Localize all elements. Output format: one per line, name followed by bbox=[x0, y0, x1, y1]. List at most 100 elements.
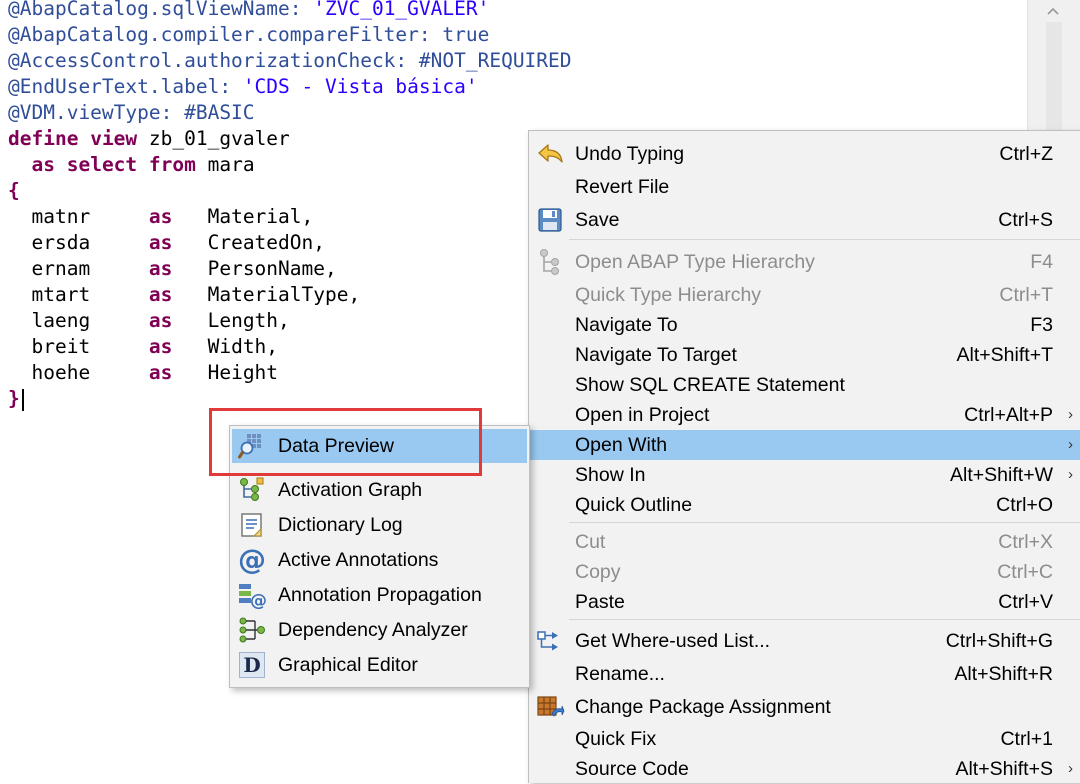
code-line: hoehe as Height bbox=[8, 360, 278, 386]
activation-graph-icon bbox=[236, 473, 268, 507]
code-token: } bbox=[8, 387, 20, 410]
code-line: } bbox=[8, 386, 24, 412]
code-token: as bbox=[148, 361, 173, 384]
code-line: @AccessControl.authorizationCheck: #NOT_… bbox=[8, 48, 572, 74]
code-token: PersonName, bbox=[172, 257, 337, 280]
menu-separator bbox=[569, 522, 1080, 523]
menu-item-quick-outline[interactable]: Quick Outline Ctrl+O bbox=[529, 490, 1080, 520]
code-token: @EndUserText.label: bbox=[8, 75, 243, 98]
code-token: Length, bbox=[172, 309, 290, 332]
code-token: as bbox=[148, 335, 173, 358]
menu-separator bbox=[569, 619, 1080, 620]
code-token: define bbox=[8, 127, 79, 150]
code-token: view bbox=[90, 127, 138, 150]
menu-item-navigate-to-target[interactable]: Navigate To Target Alt+Shift+T bbox=[529, 340, 1080, 370]
code-token: ernam bbox=[8, 257, 149, 280]
code-token: zb_01_gvaler bbox=[137, 127, 290, 150]
submenu-arrow-icon: › bbox=[1068, 466, 1073, 483]
menu-item-undo-typing[interactable]: Undo Typing Ctrl+Z bbox=[529, 139, 1080, 169]
submenu-item-active-annotations[interactable]: @ Active Annotations bbox=[232, 543, 527, 577]
floppy-disk-icon bbox=[533, 205, 567, 235]
code-line: breit as Width, bbox=[8, 334, 278, 360]
submenu-arrow-icon: › bbox=[1068, 760, 1073, 777]
menu-item-save[interactable]: Save Ctrl+S bbox=[529, 205, 1080, 235]
menu-item-show-in[interactable]: Show In Alt+Shift+W › bbox=[529, 460, 1080, 490]
code-token: @VDM.viewType: #BASIC bbox=[8, 101, 255, 124]
at-sign-icon: @ bbox=[238, 543, 266, 576]
menu-item-rename[interactable]: Rename... Alt+Shift+R bbox=[529, 659, 1080, 689]
menu-item-copy[interactable]: Copy Ctrl+C bbox=[529, 557, 1080, 587]
menu-item-revert-file[interactable]: Revert File bbox=[529, 172, 1080, 202]
code-line: @EndUserText.label: 'CDS - Vista básica' bbox=[8, 74, 478, 100]
menu-item-quick-fix[interactable]: Quick Fix Ctrl+1 bbox=[529, 724, 1080, 754]
dependency-analyzer-icon bbox=[236, 613, 268, 647]
code-line: ernam as PersonName, bbox=[8, 256, 337, 282]
code-token: 'ZVC_01_GVALER' bbox=[313, 0, 490, 20]
menu-separator bbox=[569, 239, 1080, 240]
code-token: { bbox=[8, 179, 20, 202]
code-token: hoehe bbox=[8, 361, 149, 384]
menu-item-open-with[interactable]: Open With › bbox=[529, 430, 1080, 460]
submenu-item-activation-graph[interactable]: Activation Graph bbox=[232, 473, 527, 507]
scroll-up-arrow-icon[interactable] bbox=[1042, 2, 1064, 20]
code-token: as bbox=[148, 205, 173, 228]
code-token: laeng bbox=[8, 309, 149, 332]
graphical-editor-icon: D bbox=[236, 648, 268, 682]
submenu-item-graphical-editor[interactable]: D Graphical Editor bbox=[232, 648, 527, 682]
code-token: Height bbox=[172, 361, 279, 384]
code-token: @AbapCatalog.sqlViewName: bbox=[8, 0, 314, 20]
code-line: define view zb_01_gvaler bbox=[8, 126, 290, 152]
code-token: CreatedOn, bbox=[172, 231, 325, 254]
code-token: as bbox=[148, 309, 173, 332]
scrollbar-thumb[interactable] bbox=[1046, 22, 1062, 132]
submenu-arrow-icon: › bbox=[1068, 406, 1073, 423]
code-line: { bbox=[8, 178, 20, 204]
menu-item-show-sql-create-statement[interactable]: Show SQL CREATE Statement bbox=[529, 370, 1080, 400]
code-token: 'CDS - Vista básica' bbox=[242, 75, 478, 98]
code-token: @AccessControl.authorizationCheck: #NOT_… bbox=[8, 49, 572, 72]
code-token: Width, bbox=[172, 335, 279, 358]
menu-item-get-where-used-list[interactable]: Get Where-used List... Ctrl+Shift+G bbox=[529, 626, 1080, 656]
data-preview-icon bbox=[236, 429, 268, 463]
menu-item-navigate-to[interactable]: Navigate To F3 bbox=[529, 310, 1080, 340]
code-token: breit bbox=[8, 335, 149, 358]
code-token: as bbox=[31, 153, 55, 176]
code-token: Material, bbox=[172, 205, 314, 228]
submenu-arrow-icon: › bbox=[1068, 436, 1073, 453]
code-line: matnr as Material, bbox=[8, 204, 313, 230]
menu-item-source-code[interactable]: Source Code Alt+Shift+S › bbox=[529, 754, 1080, 784]
code-token: as bbox=[148, 283, 173, 306]
code-token: mara bbox=[195, 153, 255, 176]
submenu-item-dependency-analyzer[interactable]: Dependency Analyzer bbox=[232, 613, 527, 647]
letter-d-glyph: D bbox=[239, 652, 265, 678]
submenu-item-annotation-propagation[interactable]: @ Annotation Propagation bbox=[232, 578, 527, 612]
code-token: as bbox=[148, 257, 173, 280]
code-token: as bbox=[148, 231, 173, 254]
code-line: @AbapCatalog.compiler.compareFilter: tru… bbox=[8, 22, 489, 48]
hierarchy-icon bbox=[533, 247, 567, 277]
annotation-propagation-icon: @ bbox=[236, 578, 268, 612]
code-line: @AbapCatalog.sqlViewName: 'ZVC_01_GVALER… bbox=[8, 0, 489, 22]
code-token: mtart bbox=[8, 283, 149, 306]
submenu-item-dictionary-log[interactable]: Dictionary Log bbox=[232, 508, 527, 542]
menu-item-open-abap-type-hierarchy[interactable]: Open ABAP Type Hierarchy F4 bbox=[529, 247, 1080, 277]
code-line: ersda as CreatedOn, bbox=[8, 230, 325, 256]
open-with-submenu: Data Preview Activation Graph Dictionary… bbox=[229, 425, 530, 688]
menu-item-quick-type-hierarchy[interactable]: Quick Type Hierarchy Ctrl+T bbox=[529, 280, 1080, 310]
package-icon bbox=[533, 692, 567, 722]
code-token: @AbapCatalog.compiler.compareFilter: tru… bbox=[8, 23, 490, 46]
code-token: matnr bbox=[8, 205, 149, 228]
code-token: select bbox=[66, 153, 138, 176]
undo-arrow-icon bbox=[533, 139, 567, 169]
menu-item-paste[interactable]: Paste Ctrl+V bbox=[529, 587, 1080, 617]
svg-text:@: @ bbox=[250, 591, 267, 609]
menu-item-cut[interactable]: Cut Ctrl+X bbox=[529, 527, 1080, 557]
menu-item-change-package-assignment[interactable]: Change Package Assignment bbox=[529, 692, 1080, 722]
menu-item-open-in-project[interactable]: Open in Project Ctrl+Alt+P › bbox=[529, 400, 1080, 430]
submenu-item-data-preview[interactable]: Data Preview bbox=[232, 429, 527, 463]
context-menu: Undo Typing Ctrl+Z Revert File Save Ctrl… bbox=[528, 130, 1080, 783]
